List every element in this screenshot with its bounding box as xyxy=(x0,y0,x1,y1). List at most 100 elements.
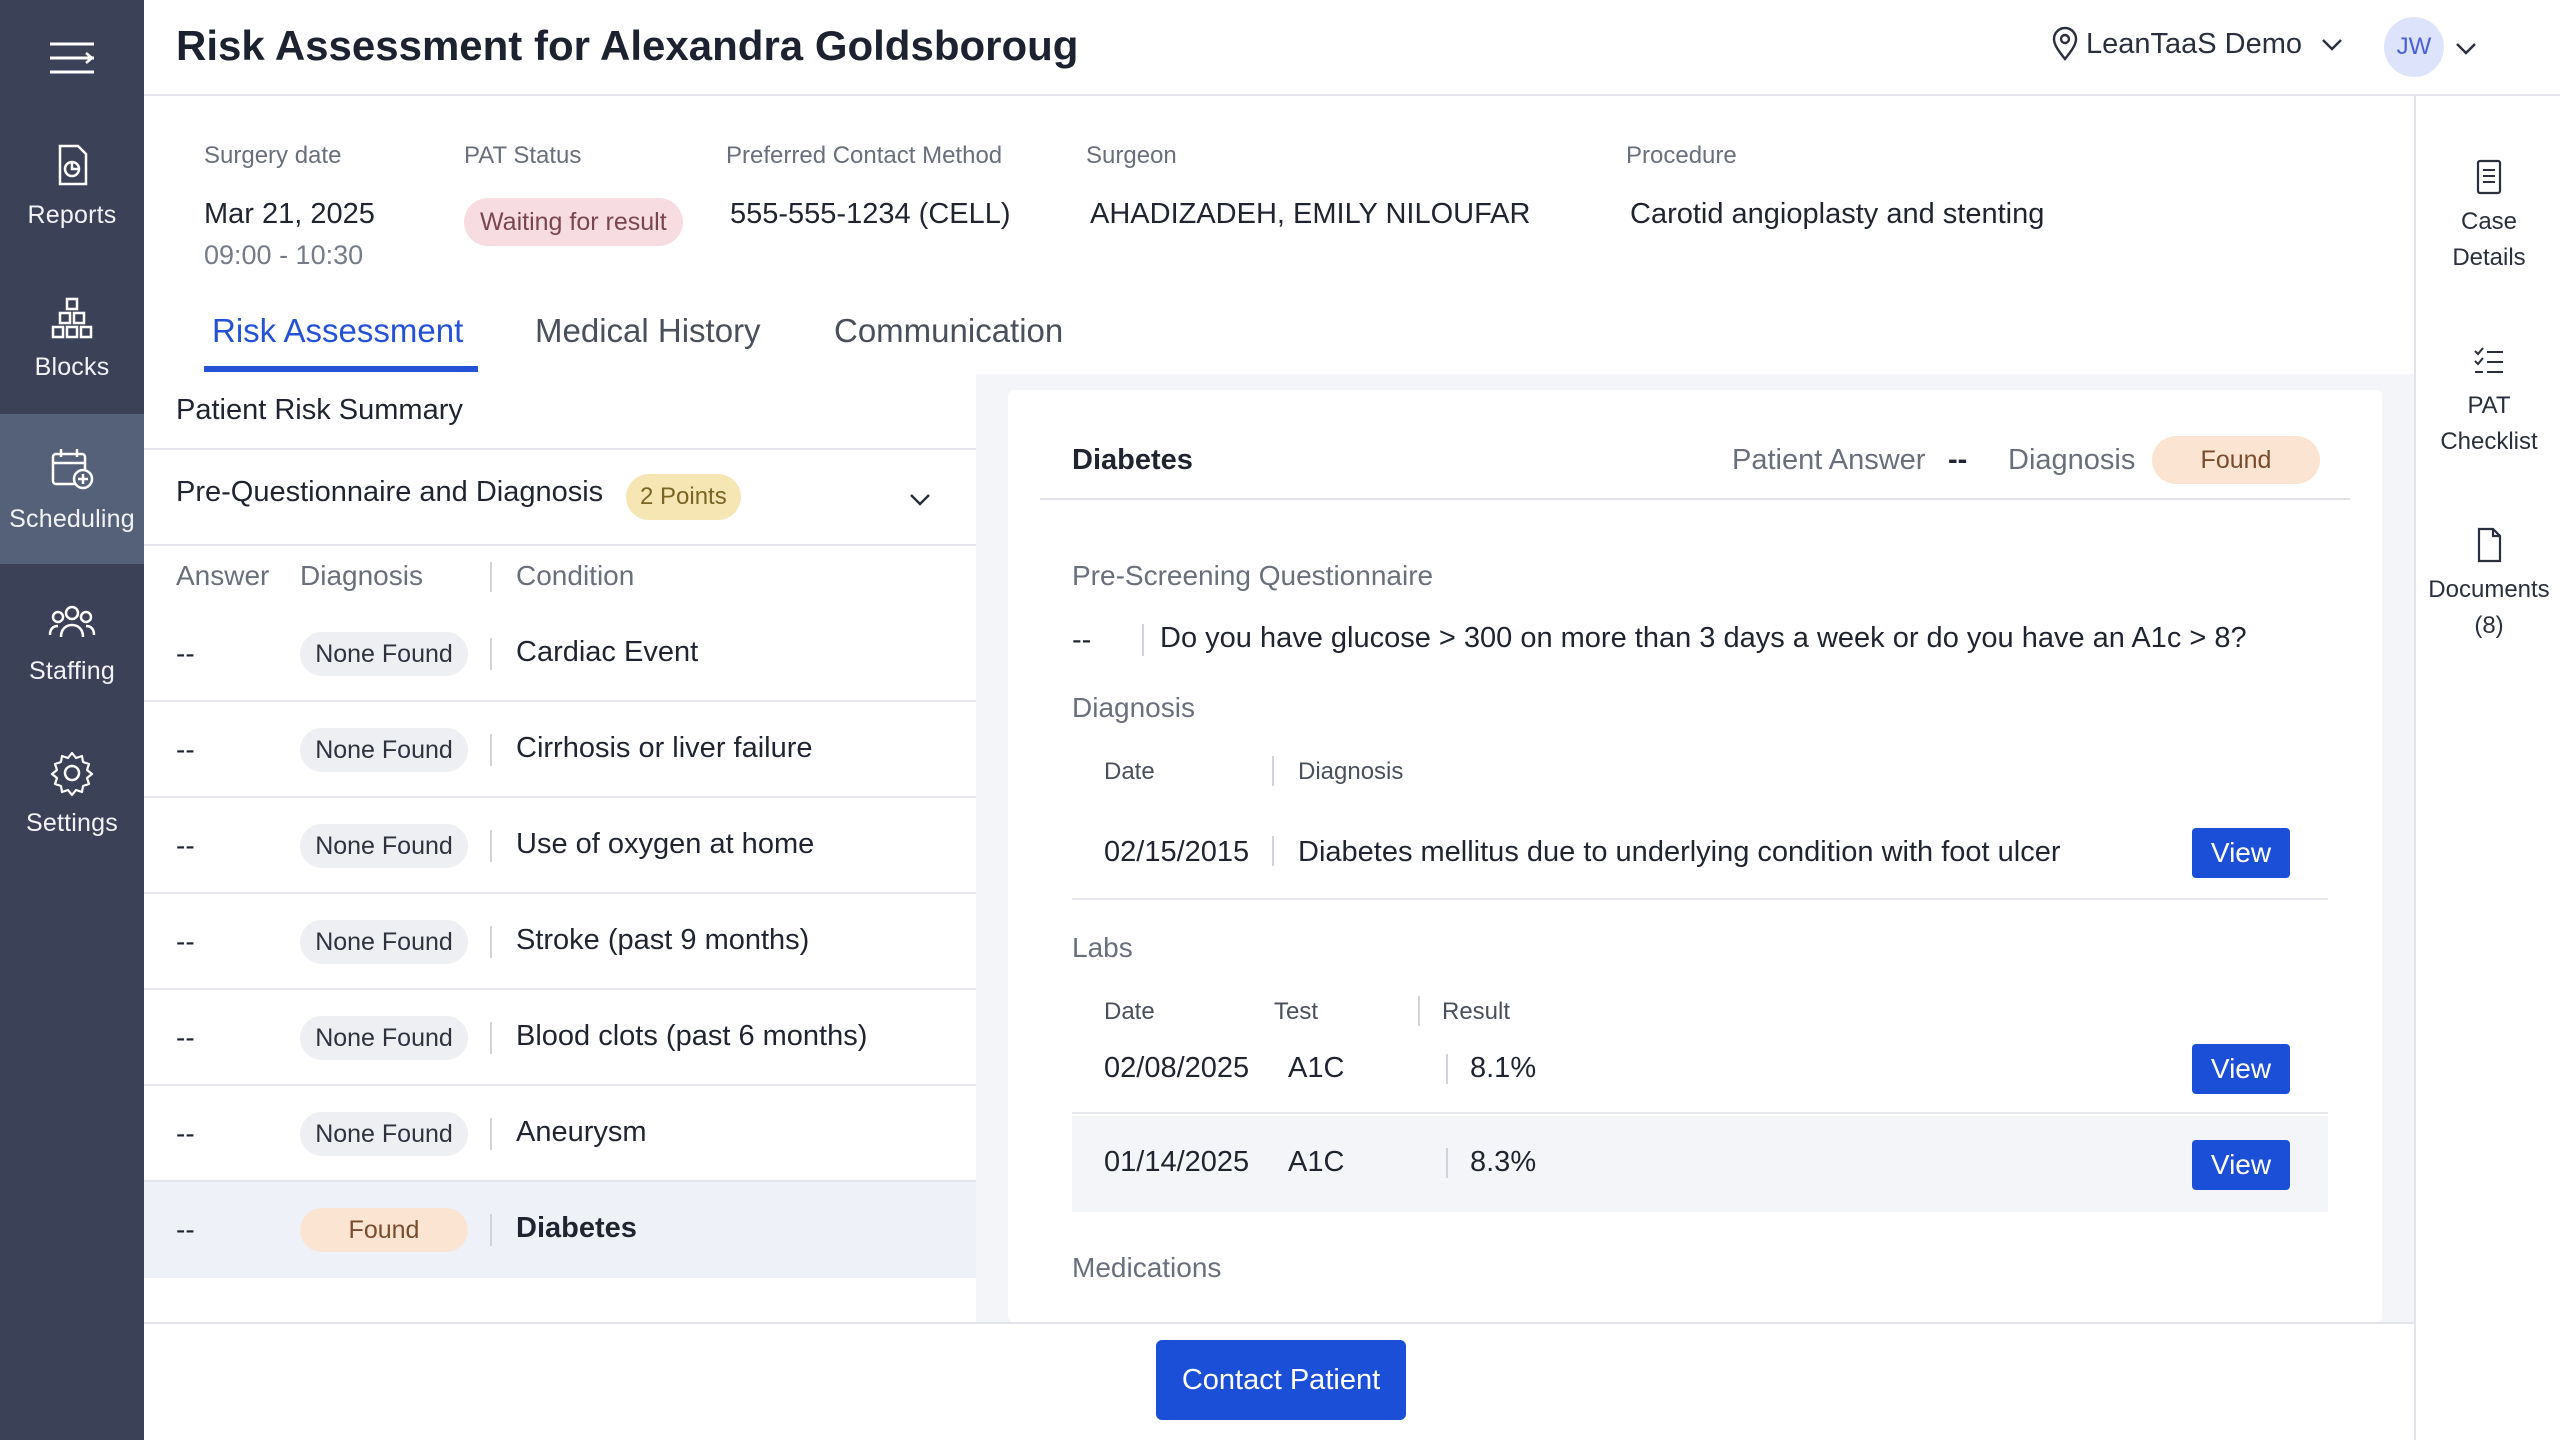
nav-label: Reports xyxy=(27,200,117,229)
diagnosis-badge: None Found xyxy=(300,920,468,964)
nav-item-scheduling[interactable]: Scheduling xyxy=(0,414,144,564)
chevron-down-icon[interactable] xyxy=(2454,38,2478,58)
checklist-icon xyxy=(2474,347,2503,373)
points-badge: 2 Points xyxy=(626,474,741,520)
diag-header-date: Date xyxy=(1104,758,1155,785)
row-answer: -- xyxy=(176,1118,195,1149)
diagnosis-badge: None Found xyxy=(300,1016,468,1060)
calendar-plus-icon xyxy=(51,448,94,489)
case-details-button[interactable]: Case Details xyxy=(2416,158,2560,276)
pre-questionnaire-section-title[interactable]: Pre-Questionnaire and Diagnosis xyxy=(176,476,603,509)
risk-row-diabetes[interactable]: -- Found Diabetes xyxy=(144,1182,976,1278)
patient-answer-label: Patient Answer xyxy=(1732,444,1926,476)
documents-button[interactable]: Documents (8) xyxy=(2416,526,2560,644)
column-separator xyxy=(490,1022,492,1054)
nav-item-blocks[interactable]: Blocks xyxy=(0,262,144,412)
diagnosis-badge: Found xyxy=(300,1208,468,1252)
nav-label: Blocks xyxy=(34,352,110,381)
row-answer: -- xyxy=(176,1214,195,1245)
contact-method-value: 555-555-1234 (CELL) xyxy=(730,198,1011,230)
blocks-icon xyxy=(51,297,93,338)
column-separator xyxy=(1446,1054,1448,1084)
column-separator xyxy=(490,562,492,592)
diagnosis-badge: None Found xyxy=(300,632,468,676)
question-answer: -- xyxy=(1072,624,1092,656)
column-separator xyxy=(1142,624,1144,656)
risk-row-stroke[interactable]: -- None Found Stroke (past 9 months) xyxy=(144,894,976,990)
diag-row-diagnosis: Diabetes mellitus due to underlying cond… xyxy=(1298,836,2061,868)
diagnosis-status-badge: Found xyxy=(2152,436,2320,484)
right-side-panel: Case Details PAT Checklist Documents (8) xyxy=(2414,96,2560,1440)
surgery-date-label: Surgery date xyxy=(204,142,342,169)
active-tab-indicator xyxy=(204,366,478,372)
nav-item-settings[interactable]: Settings xyxy=(0,718,144,868)
row-condition: Cardiac Event xyxy=(516,636,699,668)
column-separator xyxy=(490,638,492,670)
risk-row-cirrhosis[interactable]: -- None Found Cirrhosis or liver failure xyxy=(144,702,976,798)
column-separator xyxy=(490,734,492,766)
tab-risk-assessment[interactable]: Risk Assessment xyxy=(212,312,463,350)
lab-row-date: 02/08/2025 xyxy=(1104,1052,1250,1084)
risk-row-cardiac-event[interactable]: -- None Found Cardiac Event xyxy=(144,606,976,702)
pat-checklist-button[interactable]: PAT Checklist xyxy=(2416,342,2560,460)
view-diagnosis-button[interactable]: View xyxy=(2192,828,2290,878)
lab-row-test: A1C xyxy=(1288,1052,1345,1084)
hamburger-menu-icon[interactable] xyxy=(46,38,98,78)
user-avatar[interactable]: JW xyxy=(2384,17,2444,77)
chevron-down-icon xyxy=(2322,39,2342,51)
documents-count: (8) xyxy=(2474,612,2504,639)
row-condition: Blood clots (past 6 months) xyxy=(516,1020,868,1052)
diagnosis-badge: None Found xyxy=(300,1112,468,1156)
condition-detail-panel: Diabetes Patient Answer -- Diagnosis Fou… xyxy=(1008,390,2382,1322)
surgery-date-value: Mar 21, 2025 xyxy=(204,198,375,230)
documents-label-line1: Documents xyxy=(2428,576,2550,603)
column-header-diagnosis: Diagnosis xyxy=(300,560,423,591)
nav-item-staffing[interactable]: Staffing xyxy=(0,566,144,716)
patient-answer-value: -- xyxy=(1948,444,1968,476)
question-text: Do you have glucose > 300 on more than 3… xyxy=(1160,622,2247,654)
view-lab-button[interactable]: View xyxy=(2192,1140,2290,1190)
chevron-down-icon[interactable] xyxy=(908,492,932,508)
view-lab-button[interactable]: View xyxy=(2192,1044,2290,1094)
nav-item-reports[interactable]: Reports xyxy=(0,110,144,260)
diagnosis-label: Diagnosis xyxy=(2008,444,2136,476)
row-condition: Stroke (past 9 months) xyxy=(516,924,810,956)
divider xyxy=(144,448,976,450)
risk-summary-title: Patient Risk Summary xyxy=(176,394,463,426)
page-title: Risk Assessment for Alexandra Goldsborou… xyxy=(176,22,1079,69)
procedure-value: Carotid angioplasty and stenting xyxy=(1630,198,2045,230)
footer-bar: Contact Patient xyxy=(144,1322,2414,1440)
diagnosis-badge: None Found xyxy=(300,728,468,772)
column-separator xyxy=(490,1214,492,1246)
surgeon-value: AHADIZADEH, EMILY NILOUFAR xyxy=(1090,198,1531,230)
risk-row-blood-clots[interactable]: -- None Found Blood clots (past 6 months… xyxy=(144,990,976,1086)
row-condition: Aneurysm xyxy=(516,1116,647,1148)
divider xyxy=(1072,898,2328,900)
left-nav: Reports Blocks Scheduling Staffing Setti… xyxy=(0,0,144,1440)
pat-checklist-label-line1: PAT xyxy=(2467,392,2511,419)
location-label: LeanTaaS Demo xyxy=(2086,27,2303,60)
risk-row-oxygen[interactable]: -- None Found Use of oxygen at home xyxy=(144,798,976,894)
column-header-condition: Condition xyxy=(516,560,635,591)
diagnosis-badge: None Found xyxy=(300,824,468,868)
lab-row: 02/08/2025 A1C 8.1% View xyxy=(1072,1018,2328,1114)
nav-label: Settings xyxy=(26,808,118,837)
diag-row-date: 02/15/2015 xyxy=(1104,836,1250,868)
contact-method-label: Preferred Contact Method xyxy=(726,142,1003,169)
surgeon-label: Surgeon xyxy=(1086,142,1177,169)
pat-status-badge: Waiting for result xyxy=(464,198,683,246)
lab-row-result: 8.3% xyxy=(1470,1146,1537,1178)
risk-row-aneurysm[interactable]: -- None Found Aneurysm xyxy=(144,1086,976,1182)
tab-medical-history[interactable]: Medical History xyxy=(535,312,761,350)
people-icon xyxy=(48,605,96,637)
detail-title: Diabetes xyxy=(1072,444,1193,476)
column-separator xyxy=(490,1118,492,1150)
column-separator xyxy=(490,830,492,862)
tab-communication[interactable]: Communication xyxy=(834,312,1063,350)
diagnosis-section-title: Diagnosis xyxy=(1072,692,1195,723)
diag-header-diagnosis: Diagnosis xyxy=(1298,758,1404,785)
location-selector[interactable]: LeanTaaS Demo xyxy=(2050,26,2350,62)
lab-row-test: A1C xyxy=(1288,1146,1345,1178)
contact-patient-button[interactable]: Contact Patient xyxy=(1156,1340,1406,1420)
risk-summary-panel: Patient Risk Summary Pre-Questionnaire a… xyxy=(144,374,976,1322)
